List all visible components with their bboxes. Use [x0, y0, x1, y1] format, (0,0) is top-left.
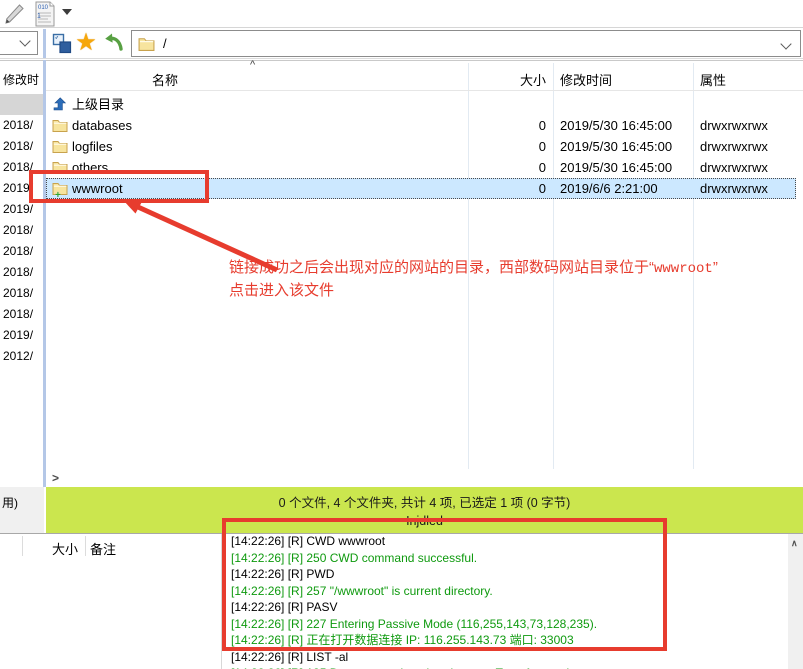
local-date-cell: 2018/	[3, 283, 33, 304]
transfer-queue-pane: 大小 备注	[0, 534, 222, 669]
local-status-fragment: 用)	[2, 496, 18, 510]
file-modified: 2019/5/30 16:45:00	[560, 138, 672, 155]
view-binary-button[interactable]: 010 1	[30, 0, 60, 27]
local-date-cell: 2018/	[3, 304, 33, 325]
sort-ascending-icon: ^	[250, 59, 255, 71]
file-name: logfiles	[72, 138, 112, 155]
folder-icon	[138, 36, 155, 51]
local-modified-column-header[interactable]: 修改时	[3, 71, 39, 88]
remote-path-combobox[interactable]: /	[131, 30, 801, 57]
file-attrs: drwxrwxrwx	[700, 180, 768, 197]
scroll-right-icon[interactable]: >	[52, 471, 59, 485]
pane-splitter[interactable]	[43, 60, 46, 487]
local-date-cell: 2018/	[3, 136, 33, 157]
star-icon: ★	[75, 31, 97, 55]
file-name: 上级目录	[72, 96, 124, 113]
file-row-databases[interactable]: databases 0 2019/5/30 16:45:00 drwxrwxrw…	[46, 115, 803, 136]
file-modified: 2019/6/6 2:21:00	[560, 180, 658, 197]
local-date-cell: 2018/	[3, 241, 33, 262]
local-date-cell: 2019/	[3, 325, 33, 346]
local-file-pane: 修改时 2018/ 2018/ 2018/ 2019/ 2019/ 2018/ …	[0, 61, 43, 471]
svg-text:1: 1	[37, 13, 41, 20]
folder-icon	[52, 139, 68, 153]
top-toolbar: 010 1	[0, 0, 803, 28]
address-toolbar: ★ /	[0, 28, 803, 59]
svg-text:010: 010	[38, 5, 49, 11]
local-status-bar: 用)	[0, 487, 44, 533]
file-row-logfiles[interactable]: logfiles 0 2019/5/30 16:45:00 drwxrwxrwx	[46, 136, 803, 157]
pencil-icon	[3, 2, 27, 26]
name-column-header[interactable]: 名称	[152, 70, 178, 89]
log-line: [14:22:26] [R] LIST -al	[231, 650, 348, 667]
file-size: 0	[460, 159, 546, 176]
annotation-line1: 链接成功之后会出现对应的网站的目录，西部数码网站目录位于“wwwroot”	[229, 257, 718, 280]
folder-icon	[52, 118, 68, 132]
drive-combo[interactable]	[0, 31, 38, 55]
edit-file-button[interactable]	[0, 0, 30, 27]
file-name: databases	[72, 117, 132, 134]
log-scrollbar[interactable]: ∧	[788, 534, 803, 669]
selection-summary: 0 个文件, 4 个文件夹, 共计 4 项, 已选定 1 项 (0 字节)	[279, 492, 571, 511]
modified-column-header[interactable]: 修改时间	[560, 70, 612, 89]
remote-list-header: ^ 名称 大小 修改时间 属性	[46, 61, 803, 91]
annotation-line2: 点击进入该文件	[229, 280, 718, 302]
remote-path-value: /	[163, 36, 167, 51]
attrs-column-header[interactable]: 属性	[700, 70, 726, 89]
curved-up-arrow-icon	[103, 32, 125, 54]
toolbar-separator	[43, 29, 46, 58]
queue-size-column-header[interactable]: 大小	[30, 539, 78, 558]
file-size: 0	[460, 138, 546, 155]
file-attrs: drwxrwxrwx	[700, 138, 768, 155]
favorites-button[interactable]: ★	[72, 30, 100, 56]
local-date-cell: 2018/	[3, 115, 33, 136]
file-row-parent-dir[interactable]: 上级目录	[46, 94, 803, 115]
parent-directory-icon	[52, 97, 66, 111]
go-up-button[interactable]	[101, 30, 127, 56]
local-selected-row[interactable]	[0, 94, 43, 115]
queue-column-separator	[85, 536, 86, 556]
local-date-cell: 2012/	[3, 346, 33, 367]
queue-column-separator	[22, 536, 23, 556]
file-modified: 2019/5/30 16:45:00	[560, 117, 672, 134]
address-chevron-icon[interactable]	[780, 38, 791, 49]
annotation-box-log	[222, 518, 667, 651]
compare-folders-icon	[52, 33, 72, 54]
annotation-text: 链接成功之后会出现对应的网站的目录，西部数码网站目录位于“wwwroot” 点击…	[229, 257, 718, 302]
size-column-header[interactable]: 大小	[460, 70, 546, 89]
file-modified: 2019/5/30 16:45:00	[560, 159, 672, 176]
file-attrs: drwxrwxrwx	[700, 159, 768, 176]
binary-document-icon: 010 1	[33, 1, 57, 27]
file-size: 0	[460, 117, 546, 134]
ftp-client-window: 010 1 ★	[0, 0, 803, 669]
combo-chevron-icon	[19, 35, 30, 46]
local-date-cell: 2018/	[3, 262, 33, 283]
file-size: 0	[460, 180, 546, 197]
local-date-cell: 2018/	[3, 220, 33, 241]
toolbar-dropdown-arrow-icon[interactable]	[62, 9, 72, 15]
queue-note-column-header[interactable]: 备注	[90, 539, 116, 558]
file-attrs: drwxrwxrwx	[700, 117, 768, 134]
scroll-up-icon[interactable]: ∧	[791, 538, 798, 549]
